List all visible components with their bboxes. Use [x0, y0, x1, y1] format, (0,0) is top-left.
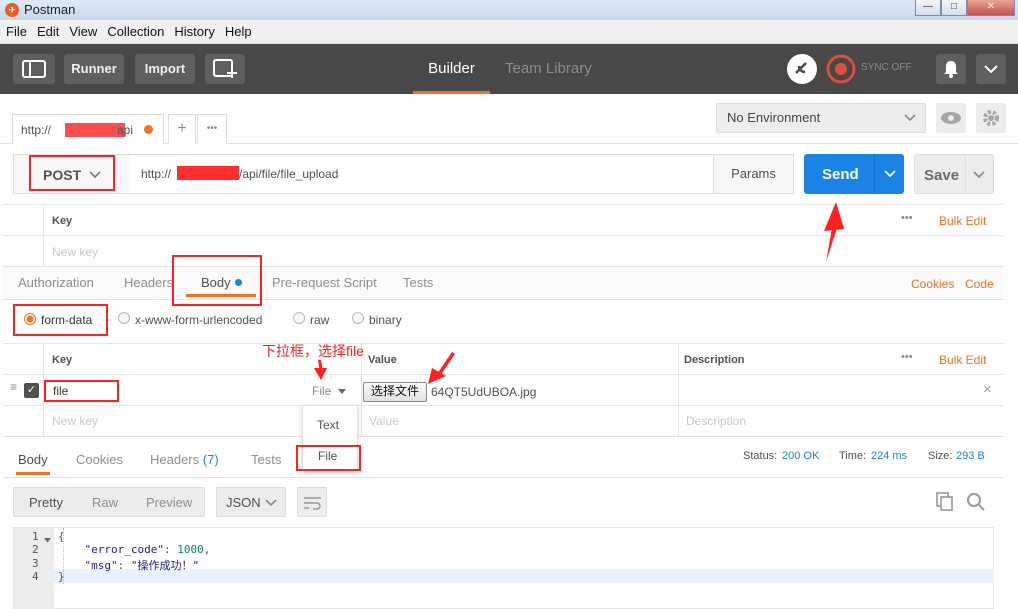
annotation-arrows — [314, 202, 844, 384]
annotation-arrowhead-dropdown — [314, 368, 327, 380]
annotation-arrow-send — [826, 228, 837, 262]
annotation-arrowhead-send — [824, 202, 844, 231]
annotation-arrow-file — [437, 352, 455, 376]
